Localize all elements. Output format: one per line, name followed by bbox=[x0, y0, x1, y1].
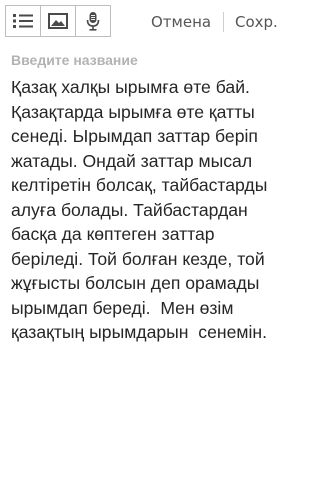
image-icon bbox=[48, 13, 68, 29]
body-line: беріледі. Той болған кезде, той bbox=[11, 248, 265, 269]
body-line: ырымдап береді. Мен өзім bbox=[11, 297, 234, 318]
body-line: алуға болады. Тайбастардан bbox=[11, 199, 248, 220]
list-icon bbox=[13, 14, 33, 28]
body-line: Қазақтарда ырымға өте қатты bbox=[11, 101, 255, 122]
body-line: сенеді. Ырымдап заттар беріп bbox=[11, 126, 258, 146]
top-toolbar: Отмена Сохр. bbox=[0, 0, 288, 44]
image-button[interactable] bbox=[41, 6, 76, 36]
voice-button[interactable] bbox=[76, 6, 110, 36]
body-line: қазақтың ырымдарын сенемін. bbox=[11, 322, 267, 342]
microphone-icon bbox=[86, 12, 100, 31]
body-line: келтіретін болсақ, тайбастарды bbox=[11, 175, 268, 195]
format-tool-group bbox=[5, 5, 111, 37]
action-divider bbox=[223, 12, 224, 32]
body-line: Қазақ халқы ырымға өте бай. bbox=[11, 77, 250, 97]
body-line: жұғысты болсын деп орамады bbox=[11, 273, 260, 293]
note-title-input[interactable]: Введите название bbox=[11, 51, 281, 71]
body-line: басқа да көптеген заттар bbox=[11, 224, 215, 244]
cancel-button[interactable]: Отмена bbox=[151, 0, 211, 44]
save-button[interactable]: Сохр. bbox=[235, 0, 278, 44]
note-body-text[interactable]: Қазақ халқы ырымға өте бай. Қазақтарда ы… bbox=[11, 75, 283, 345]
list-button[interactable] bbox=[6, 6, 41, 36]
body-line: жатады. Ондай заттар мысал bbox=[11, 150, 253, 171]
